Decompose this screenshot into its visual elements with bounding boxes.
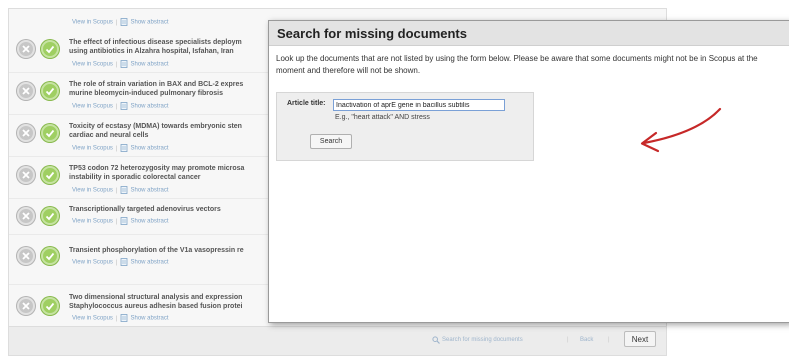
search-missing-documents-link[interactable]: Search for missing documents	[442, 337, 523, 343]
show-abstract-link[interactable]: Show abstract	[130, 316, 168, 322]
reject-button[interactable]	[17, 207, 35, 225]
check-icon	[45, 302, 55, 311]
reject-button[interactable]	[17, 82, 35, 100]
check-icon	[45, 45, 55, 54]
footer-separator: |	[567, 337, 569, 343]
view-in-scopus-link[interactable]: View in Scopus	[72, 62, 113, 68]
result-links: View in Scopus | Show abstract	[72, 258, 169, 266]
document-icon	[121, 102, 128, 110]
accept-button[interactable]	[41, 297, 59, 315]
show-abstract-link[interactable]: Show abstract	[130, 62, 168, 68]
view-in-scopus-link[interactable]: View in Scopus	[72, 219, 113, 225]
article-title-label: Article title:	[287, 100, 326, 107]
x-icon	[22, 129, 30, 137]
result-links: View in Scopus | Show abstract	[72, 314, 169, 322]
check-icon	[45, 252, 55, 261]
x-icon	[22, 171, 30, 179]
check-icon	[45, 171, 55, 180]
reject-button[interactable]	[17, 124, 35, 142]
view-in-scopus-link[interactable]: View in Scopus	[72, 104, 113, 110]
arrow-icon	[640, 107, 722, 153]
show-abstract-link[interactable]: Show abstract	[130, 146, 168, 152]
search-button[interactable]: Search	[310, 134, 352, 149]
view-in-scopus-link[interactable]: View in Scopus	[72, 20, 113, 26]
reject-button[interactable]	[17, 247, 35, 265]
show-abstract-link[interactable]: Show abstract	[130, 20, 168, 26]
x-icon	[22, 252, 30, 260]
document-icon	[121, 18, 128, 26]
result-title[interactable]: Transient phosphorylation of the V1a vas…	[69, 246, 244, 255]
result-links: View in Scopus | Show abstract	[72, 186, 169, 194]
document-icon	[121, 314, 128, 322]
result-title[interactable]: Transcriptionally targeted adenovirus ve…	[69, 205, 221, 214]
dialog-description: Look up the documents that are not liste…	[276, 54, 758, 75]
check-icon	[45, 129, 55, 138]
result-title[interactable]: Toxicity of ecstasy (MDMA) towards embry…	[69, 122, 242, 140]
x-icon	[22, 212, 30, 220]
document-icon	[121, 217, 128, 225]
accept-button[interactable]	[41, 166, 59, 184]
magnifier-icon	[432, 336, 440, 344]
x-icon	[22, 45, 30, 53]
search-missing-documents-dialog: Search for missing documents Look up the…	[268, 20, 789, 323]
reject-button[interactable]	[17, 166, 35, 184]
check-icon	[45, 87, 55, 96]
document-icon	[121, 60, 128, 68]
result-links: View in Scopus | Show abstract	[72, 144, 169, 152]
footer-separator: |	[608, 337, 610, 343]
view-in-scopus-link[interactable]: View in Scopus	[72, 260, 113, 266]
check-icon	[45, 212, 55, 221]
result-title[interactable]: The role of strain variation in BAX and …	[69, 80, 243, 98]
next-button[interactable]: Next	[624, 331, 656, 347]
reject-button[interactable]	[17, 297, 35, 315]
view-in-scopus-link[interactable]: View in Scopus	[72, 316, 113, 322]
show-abstract-link[interactable]: Show abstract	[130, 188, 168, 194]
result-links: View in Scopus | Show abstract	[72, 60, 169, 68]
result-title[interactable]: TP53 codon 72 heterozygosity may promote…	[69, 164, 244, 182]
back-link[interactable]: Back	[580, 337, 593, 343]
document-icon	[121, 186, 128, 194]
article-title-input[interactable]	[333, 99, 505, 111]
result-links: View in Scopus | Show abstract	[72, 18, 169, 26]
result-title[interactable]: Two dimensional structural analysis and …	[69, 293, 243, 311]
dialog-header: Search for missing documents	[269, 21, 789, 46]
dialog-title: Search for missing documents	[277, 26, 467, 41]
search-hint: E.g., "heart attack" AND stress	[335, 114, 430, 121]
accept-button[interactable]	[41, 124, 59, 142]
view-in-scopus-link[interactable]: View in Scopus	[72, 188, 113, 194]
document-icon	[121, 258, 128, 266]
reject-button[interactable]	[17, 40, 35, 58]
show-abstract-link[interactable]: Show abstract	[130, 219, 168, 225]
view-in-scopus-link[interactable]: View in Scopus	[72, 146, 113, 152]
result-links: View in Scopus | Show abstract	[72, 102, 169, 110]
accept-button[interactable]	[41, 247, 59, 265]
accept-button[interactable]	[41, 82, 59, 100]
x-icon	[22, 87, 30, 95]
show-abstract-link[interactable]: Show abstract	[130, 104, 168, 110]
search-form: Article title: E.g., "heart attack" AND …	[276, 92, 534, 161]
document-icon	[121, 144, 128, 152]
accept-button[interactable]	[41, 40, 59, 58]
show-abstract-link[interactable]: Show abstract	[130, 260, 168, 266]
result-links: View in Scopus | Show abstract	[72, 217, 169, 225]
x-icon	[22, 302, 30, 310]
accept-button[interactable]	[41, 207, 59, 225]
result-title[interactable]: The effect of infectious disease special…	[69, 38, 242, 56]
